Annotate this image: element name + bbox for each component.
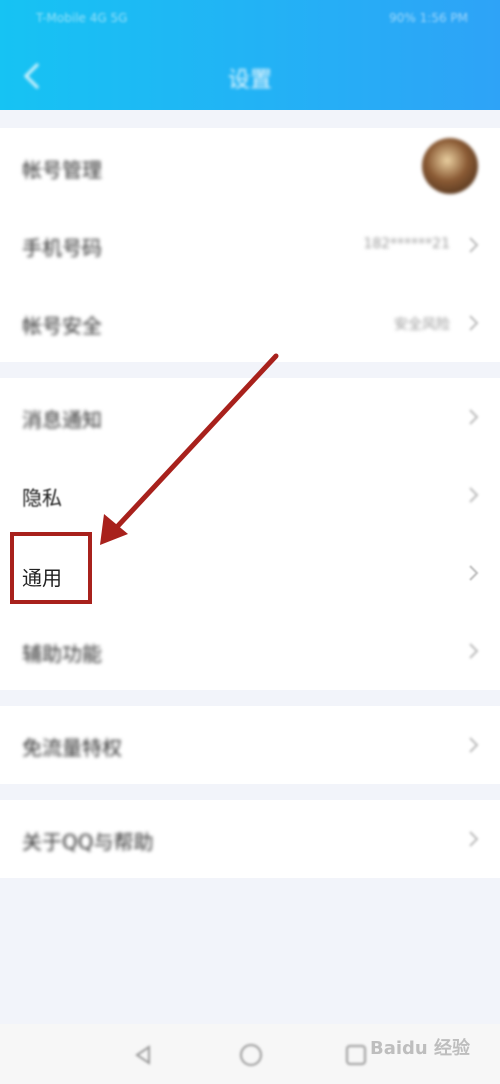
nav-home-icon[interactable] [238,1042,264,1068]
row-label: 手机号码 [22,236,102,260]
row-about-help[interactable]: 关于QQ与帮助 [0,800,500,878]
nav-recent-icon[interactable] [344,1043,368,1067]
chevron-right-icon [469,237,479,253]
row-accessibility[interactable]: 辅助功能 [0,612,500,690]
data-section: 免流量特权 [0,706,500,784]
status-carrier: T-Mobile 4G 5G [36,11,128,25]
status-bar: T-Mobile 4G 5G 90% 1:56 PM [0,0,500,40]
row-label: 免流量特权 [22,736,122,760]
chevron-right-icon [469,409,479,425]
header-bar: T-Mobile 4G 5G 90% 1:56 PM 设置 [0,0,500,110]
nav-back-icon[interactable] [132,1044,154,1066]
about-section: 关于QQ与帮助 [0,800,500,878]
row-label: 隐私 [22,486,62,510]
row-notifications[interactable]: 消息通知 [0,378,500,456]
chevron-right-icon [469,487,479,503]
chevron-right-icon [469,565,479,581]
row-label: 关于QQ与帮助 [22,830,154,854]
row-free-data[interactable]: 免流量特权 [0,706,500,784]
row-account-security[interactable]: 帐号安全 安全风险 [0,284,500,362]
row-label: 帐号安全 [22,314,102,338]
row-label: 消息通知 [22,408,102,432]
row-privacy[interactable]: 隐私 [0,456,500,534]
chevron-right-icon [469,831,479,847]
phone-value: 182******21 [363,236,450,252]
security-value: 安全风险 [394,317,450,333]
chevron-right-icon [469,737,479,753]
watermark: Baidu 经验 [369,1038,470,1059]
row-label: 辅助功能 [22,642,102,666]
row-label: 帐号管理 [22,158,102,182]
avatar[interactable] [422,138,478,194]
chevron-right-icon [469,315,479,331]
status-battery-time: 90% 1:56 PM [389,11,468,25]
highlight-box [10,532,92,604]
page-title: 设置 [227,68,272,93]
chevron-right-icon [469,643,479,659]
row-phone-number[interactable]: 手机号码 182******21 [0,206,500,284]
